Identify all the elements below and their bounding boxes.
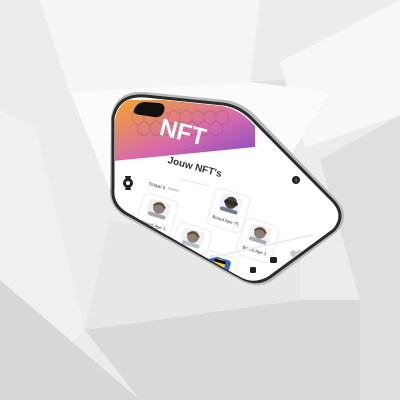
- card-title: Bored Ape 33: [200, 276, 228, 289]
- wallet-icon[interactable]: [270, 257, 277, 263]
- phone-screen-svg: NFT Jouw NFT's Totaal 6 i Bored Ape 1 Bo…: [109, 92, 344, 289]
- nav-home-label[interactable]: Home: [222, 281, 231, 285]
- grid-icon[interactable]: [250, 267, 256, 273]
- phone-mockup: NFT Jouw NFT's Totaal 6 i Bored Ape 1 Bo…: [85, 92, 385, 292]
- svg-text:i: i: [295, 178, 296, 184]
